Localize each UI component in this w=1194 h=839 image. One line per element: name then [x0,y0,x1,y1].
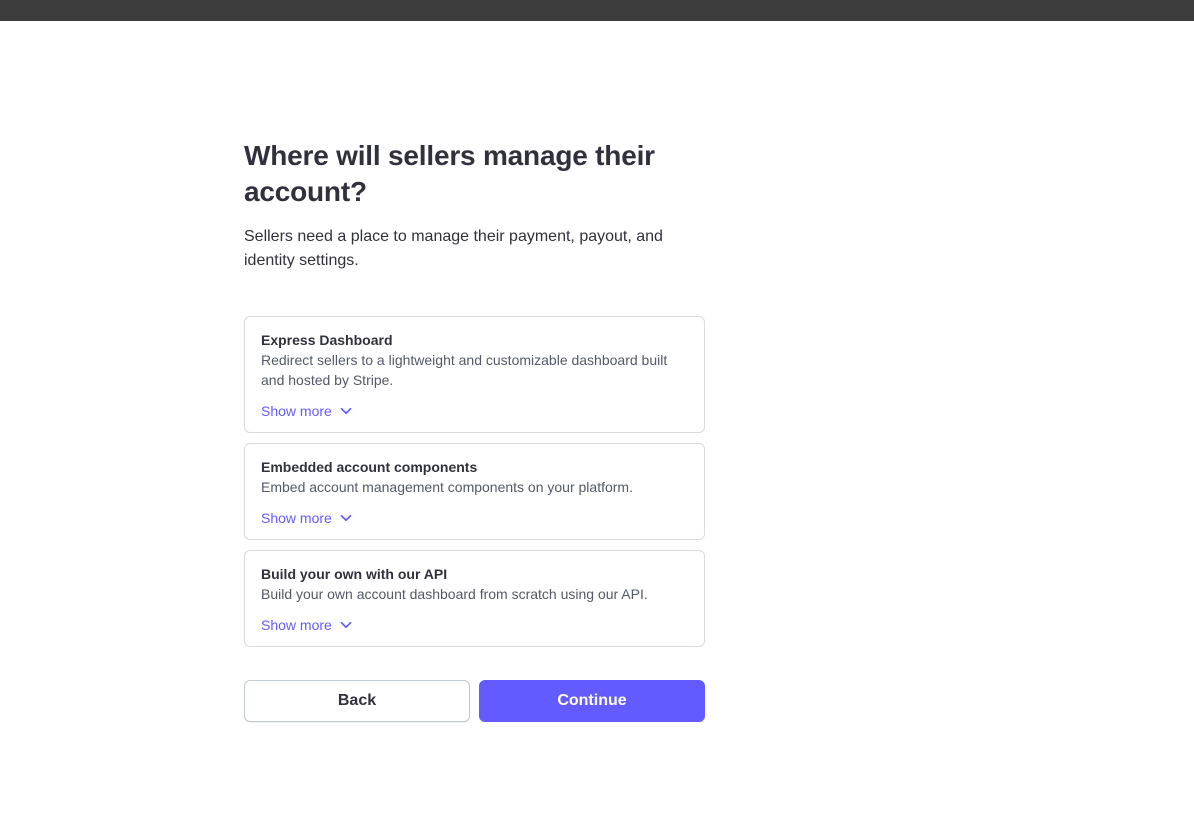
main-content: Where will sellers manage their account?… [244,138,705,722]
action-buttons: Back Continue [244,680,705,722]
chevron-down-icon [340,621,352,629]
option-description: Build your own account dashboard from sc… [261,586,648,602]
show-more-label: Show more [261,617,332,633]
show-more-link[interactable]: Show more [261,615,352,635]
option-title: Build your own with our API [261,566,448,582]
options-list: Express Dashboard Redirect sellers to a … [244,316,705,657]
option-title: Embedded account components [261,459,478,475]
chevron-down-icon [340,407,352,415]
page-title: Where will sellers manage their account? [244,140,655,207]
browser-top-bar [0,0,1194,21]
option-title: Express Dashboard [261,332,393,348]
page-subtitle: Sellers need a place to manage their pay… [244,228,663,269]
option-build-your-own-api[interactable]: Build your own with our API Build your o… [244,550,705,647]
show-more-link[interactable]: Show more [261,508,352,528]
continue-button[interactable]: Continue [479,680,705,722]
show-more-link[interactable]: Show more [261,401,352,421]
chevron-down-icon [340,514,352,522]
option-express-dashboard[interactable]: Express Dashboard Redirect sellers to a … [244,316,705,433]
option-embedded-components[interactable]: Embedded account components Embed accoun… [244,443,705,540]
option-description: Embed account management components on y… [261,479,633,495]
show-more-label: Show more [261,510,332,526]
option-description: Redirect sellers to a lightweight and cu… [261,352,668,388]
back-button[interactable]: Back [244,680,470,722]
show-more-label: Show more [261,403,332,419]
